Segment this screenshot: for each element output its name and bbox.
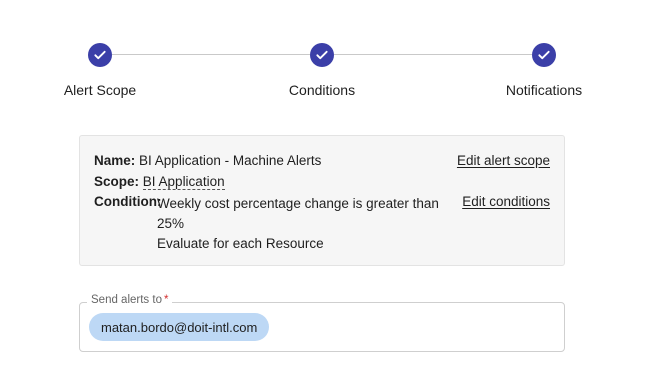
summary-condition-row: Condition: bbox=[94, 194, 161, 209]
step-2-check-icon bbox=[310, 43, 334, 67]
check-icon bbox=[538, 50, 550, 60]
scope-value[interactable]: BI Application bbox=[142, 174, 225, 190]
condition-line-3: Evaluate for each Resource bbox=[157, 236, 324, 251]
condition-line-1: Weekly cost percentage change is greater… bbox=[157, 196, 439, 211]
condition-line-2: 25% bbox=[157, 216, 185, 231]
edit-alert-scope-link[interactable]: Edit alert scope bbox=[457, 153, 550, 168]
summary-name-row: Name: BI Application - Machine Alerts bbox=[94, 153, 321, 168]
send-alerts-label: Send alerts to * bbox=[87, 294, 173, 306]
check-icon bbox=[94, 50, 106, 60]
required-marker: * bbox=[163, 294, 169, 306]
recipient-email: matan.bordo@doit-intl.com bbox=[101, 319, 258, 335]
summary-scope-row: Scope: BI Application bbox=[94, 174, 225, 190]
step-label-notifications[interactable]: Notifications bbox=[506, 82, 582, 98]
alert-summary-card: Name: BI Application - Machine Alerts Sc… bbox=[79, 135, 565, 266]
step-connector bbox=[112, 54, 310, 55]
recipient-chip[interactable]: matan.bordo@doit-intl.com bbox=[89, 313, 270, 341]
name-value: BI Application - Machine Alerts bbox=[139, 153, 322, 168]
check-icon bbox=[316, 50, 328, 60]
edit-conditions-link[interactable]: Edit conditions bbox=[462, 194, 550, 209]
send-alerts-label-text: Send alerts to bbox=[91, 294, 162, 306]
condition-label: Condition: bbox=[94, 194, 162, 209]
step-label-conditions[interactable]: Conditions bbox=[289, 82, 355, 98]
condition-text: Weekly cost percentage change is greater… bbox=[157, 194, 442, 254]
scope-label: Scope: bbox=[94, 174, 140, 189]
stepper: Alert Scope Conditions Notifications bbox=[0, 0, 650, 110]
name-label: Name: bbox=[94, 153, 136, 168]
step-1-check-icon bbox=[88, 43, 112, 67]
step-label-alert-scope[interactable]: Alert Scope bbox=[64, 82, 136, 98]
step-connector bbox=[334, 54, 532, 55]
step-3-check-icon bbox=[532, 43, 556, 67]
